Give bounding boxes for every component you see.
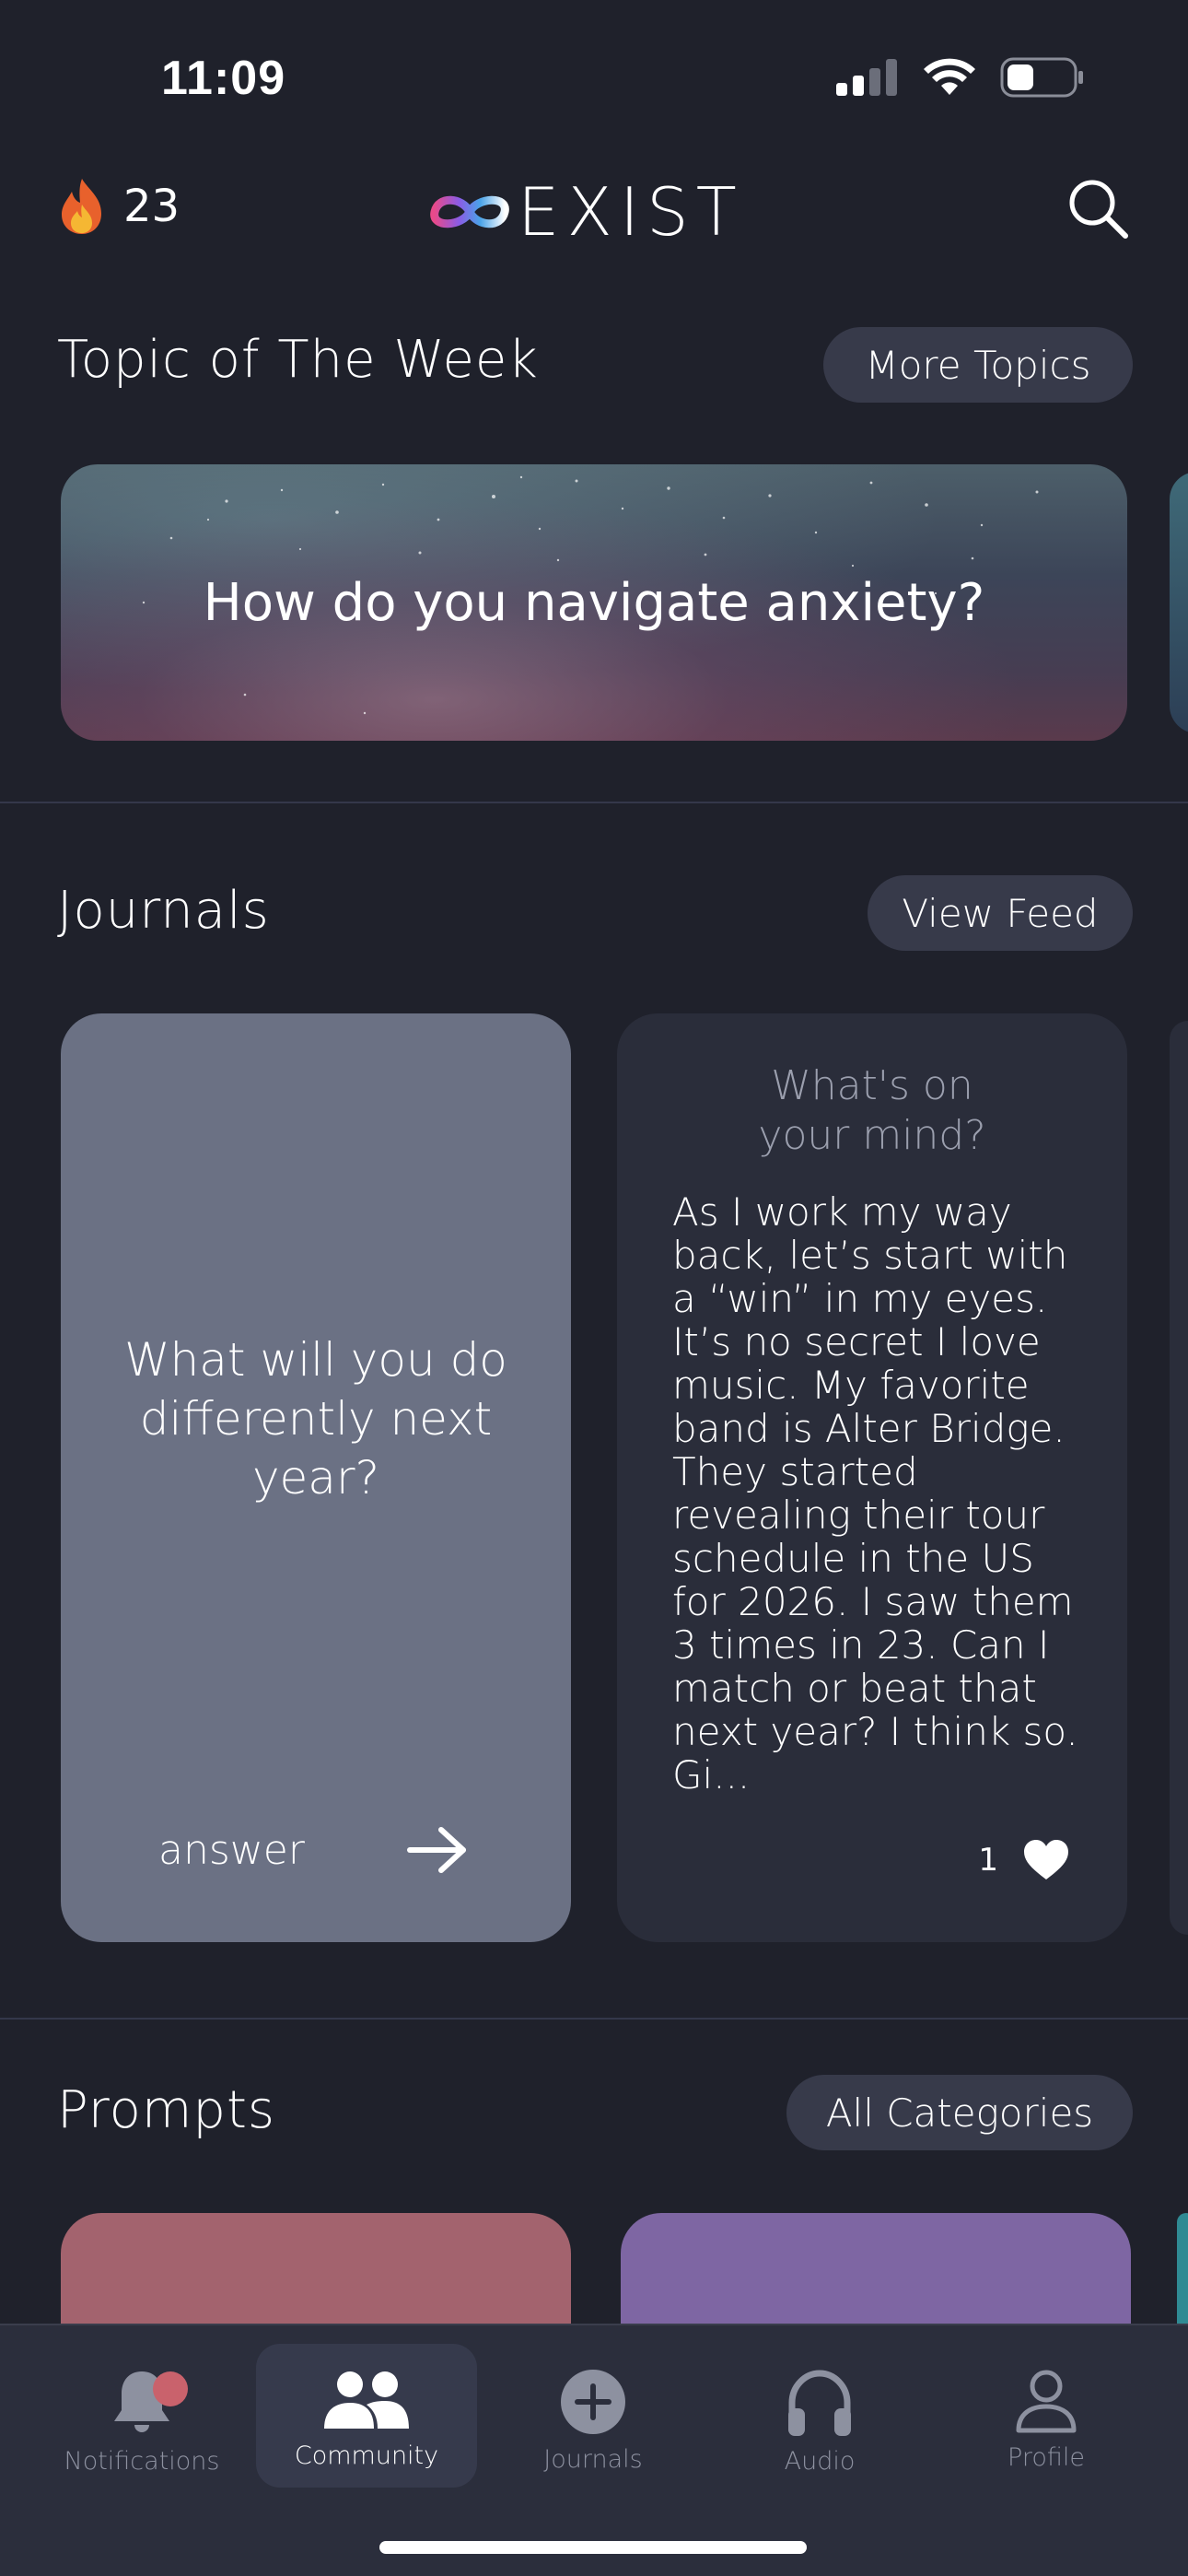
- view-feed-button[interactable]: View Feed: [868, 875, 1133, 951]
- journal-entry-card[interactable]: What's on your mind? As I work my way ba…: [617, 1013, 1127, 1942]
- tab-label: Audio: [784, 2447, 856, 2476]
- tab-bar: Notifications Community Journals Audio P…: [0, 2324, 1188, 2576]
- all-categories-button[interactable]: All Categories: [786, 2075, 1133, 2150]
- journals-section-title: Journals: [57, 881, 270, 941]
- brand-logo: EXIST: [425, 173, 744, 251]
- answer-label: answer: [158, 1826, 305, 1874]
- tab-notifications[interactable]: Notifications: [31, 2344, 252, 2488]
- journal-entry-text: As I work my way back, let’s start with …: [672, 1189, 1078, 1797]
- journal-question-card[interactable]: What will you do differently next year? …: [61, 1013, 571, 1942]
- app-header: 23 EXIST: [0, 166, 1188, 251]
- topic-question: How do you navigate anxiety?: [203, 573, 985, 633]
- headphones-icon: [788, 2370, 851, 2436]
- tab-label: Notifications: [64, 2447, 220, 2476]
- like-count: 1: [978, 1842, 998, 1879]
- search-icon: [1069, 180, 1128, 239]
- brand-name: EXIST: [518, 173, 744, 251]
- next-journal-card-peek[interactable]: [1170, 1021, 1188, 1935]
- tab-label: Journals: [543, 2445, 643, 2474]
- journal-entry-prompt: What's on your mind?: [758, 1062, 986, 1159]
- next-topic-card-peek[interactable]: [1170, 472, 1188, 733]
- answer-button[interactable]: answer: [158, 1824, 471, 1876]
- add-circle-icon: [561, 2370, 625, 2434]
- section-divider: [0, 802, 1188, 803]
- tab-profile[interactable]: Profile: [936, 2344, 1157, 2488]
- tab-community[interactable]: Community: [256, 2344, 477, 2488]
- wifi-icon: [924, 58, 975, 95]
- like-button[interactable]: 1: [978, 1839, 1070, 1881]
- more-topics-button[interactable]: More Topics: [823, 327, 1133, 403]
- tab-audio[interactable]: Audio: [709, 2344, 930, 2488]
- tab-label: Profile: [1007, 2443, 1085, 2472]
- fire-icon: [62, 179, 101, 234]
- section-divider: [0, 2018, 1188, 2020]
- community-icon: [324, 2371, 409, 2429]
- prompts-section-title: Prompts: [57, 2080, 276, 2140]
- heart-icon: [1024, 1840, 1068, 1879]
- arrow-right-icon: [406, 1827, 466, 1873]
- search-button[interactable]: [1065, 175, 1131, 241]
- status-bar: 11:09: [0, 0, 1188, 157]
- battery-icon: [1000, 57, 1083, 98]
- profile-icon: [1016, 2370, 1077, 2433]
- tab-label: Community: [294, 2441, 439, 2470]
- streak-counter[interactable]: 23: [57, 177, 180, 236]
- tab-journals[interactable]: Journals: [483, 2344, 704, 2488]
- status-icons: [836, 57, 1085, 98]
- infinity-logo-icon: [430, 195, 509, 228]
- journal-question: What will you do differently next year?: [124, 1333, 507, 1505]
- cellular-signal-icon: [836, 59, 897, 96]
- notification-badge: [153, 2371, 188, 2406]
- topic-card[interactable]: How do you navigate anxiety?: [61, 464, 1127, 741]
- topic-section-title: Topic of The Week: [57, 330, 539, 390]
- status-time: 11:09: [161, 52, 286, 105]
- home-indicator: [379, 2541, 807, 2554]
- streak-count: 23: [123, 181, 181, 232]
